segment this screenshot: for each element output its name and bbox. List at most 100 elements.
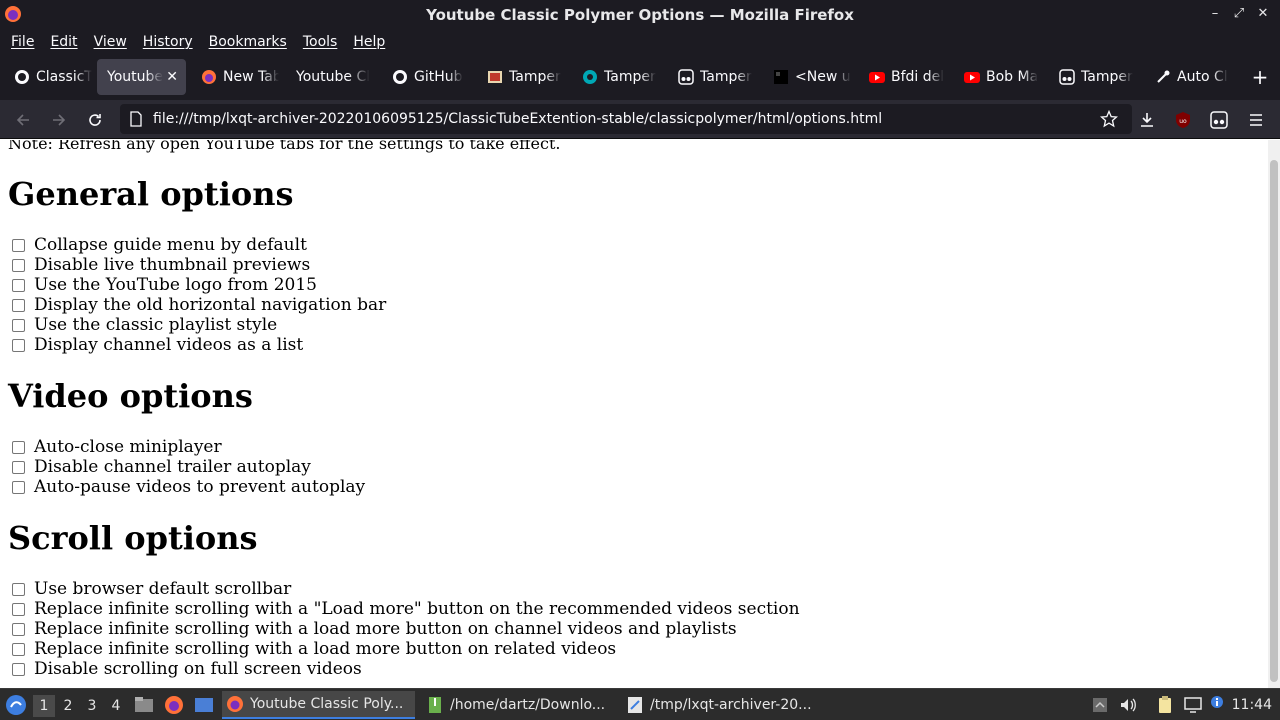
option-channel-videos-list[interactable]: Display channel videos as a list [12,335,303,355]
checkbox[interactable] [12,460,25,474]
option-label: Use browser default scrollbar [34,579,292,599]
menu-history[interactable]: History [135,34,201,50]
app-launcher-icon[interactable] [5,694,27,716]
reload-button[interactable] [82,107,108,133]
workspace-4[interactable]: 4 [105,695,127,717]
tab[interactable]: GitHub [382,59,470,95]
tab[interactable]: Tamper [668,59,756,95]
minimize-button[interactable]: – [1206,4,1224,24]
option-logo-2015[interactable]: Use the YouTube logo from 2015 [12,275,317,295]
checkbox[interactable] [12,318,25,332]
reload-icon [89,114,101,126]
tab[interactable]: Bob Ma [954,59,1042,95]
checkbox[interactable] [12,440,25,454]
youtube-icon [964,72,980,83]
extension-button[interactable] [1206,107,1232,133]
tab-label: Tamper [1081,69,1133,85]
option-collapse-guide-menu[interactable]: Collapse guide menu by default [12,235,307,255]
tab-strip: ClassicT Youtube ✕ New Tab Youtube Cl Gi… [0,54,1280,100]
tab[interactable]: Tamper [572,59,660,95]
option-horizontal-nav-bar[interactable]: Display the old horizontal navigation ba… [12,295,386,315]
workspace-3[interactable]: 3 [81,695,103,717]
option-auto-pause-videos[interactable]: Auto-pause videos to prevent autoplay [12,477,365,497]
url-bar[interactable]: file:///tmp/lxqt-archiver-20220106095125… [120,104,1132,134]
new-tab-button[interactable]: + [1250,64,1270,90]
tab-label: Tamper [509,69,561,85]
back-button[interactable] [10,107,36,133]
menu-edit[interactable]: Edit [42,34,85,50]
show-desktop-icon[interactable] [194,695,214,715]
downloads-button[interactable] [1134,107,1160,133]
option-load-more-related[interactable]: Replace infinite scrolling with a load m… [12,639,616,659]
checkbox[interactable] [12,662,25,676]
tab[interactable]: <New u [763,59,851,95]
menu-bookmarks[interactable]: Bookmarks [201,34,295,50]
workspace-1[interactable]: 1 [33,695,55,717]
volume-icon[interactable] [1118,695,1138,715]
scrollbar-thumb[interactable] [1270,160,1278,682]
clipboard-icon[interactable] [1155,695,1175,715]
task-editor[interactable]: /tmp/lxqt-archiver-20... [622,691,818,719]
tab[interactable]: Bfdi del [859,59,947,95]
menu-help[interactable]: Help [345,34,393,50]
checkbox[interactable] [12,258,25,272]
task-label: /tmp/lxqt-archiver-20... [650,697,812,713]
tab[interactable]: Auto Cl [1145,59,1233,95]
tab[interactable]: Tamper [1049,59,1137,95]
refresh-note: Note: Refresh any open YouTube tabs for … [8,140,561,153]
clock: 11:44 [1231,697,1272,713]
checkbox[interactable] [12,602,25,616]
option-disable-fullscreen-scroll[interactable]: Disable scrolling on full screen videos [12,659,362,679]
tab[interactable]: Youtube Cl [286,59,374,95]
checkbox[interactable] [12,480,25,494]
task-label: Youtube Classic Poly... [250,696,404,712]
close-window-button[interactable]: ✕ [1254,4,1272,24]
forward-arrow-icon [53,114,66,126]
checkbox[interactable] [12,298,25,312]
option-load-more-channel[interactable]: Replace infinite scrolling with a load m… [12,619,737,639]
file-manager-icon[interactable] [134,695,154,715]
maximize-button[interactable]: ⤢ [1230,4,1248,24]
tab[interactable]: Tamper [477,59,565,95]
ublock-origin-button[interactable]: uo [1170,107,1196,133]
checkbox[interactable] [12,278,25,292]
task-firefox[interactable]: Youtube Classic Poly... [222,691,415,719]
app-menu-button[interactable] [1243,107,1269,133]
tab[interactable]: ClassicT [4,59,92,95]
checkbox[interactable] [12,622,25,636]
tab-active[interactable]: Youtube ✕ [97,59,186,95]
tab-label: Bfdi del [891,69,945,85]
checkbox[interactable] [12,582,25,596]
option-auto-close-miniplayer[interactable]: Auto-close miniplayer [12,437,222,457]
task-archiver[interactable]: /home/dartz/Downlo... [422,691,618,719]
tray-expand-icon[interactable] [1090,695,1110,715]
menu-file[interactable]: File [3,34,42,50]
firefox-icon [5,6,21,22]
tab[interactable]: New Tab [191,59,279,95]
option-default-scrollbar[interactable]: Use browser default scrollbar [12,579,291,599]
option-label: Replace infinite scrolling with a "Load … [34,599,800,619]
tab-label: Tamper [700,69,752,85]
forward-button[interactable] [46,107,72,133]
menu-tools[interactable]: Tools [295,34,346,50]
bookmark-star-icon[interactable] [1100,110,1118,128]
window-titlebar: Youtube Classic Polymer Options — Mozill… [0,0,1280,29]
tampermonkey-icon [1210,111,1228,129]
display-icon[interactable] [1183,695,1203,715]
option-load-more-recommended[interactable]: Replace infinite scrolling with a "Load … [12,599,800,619]
option-classic-playlist[interactable]: Use the classic playlist style [12,315,277,335]
menu-view[interactable]: View [86,34,135,50]
checkbox[interactable] [12,338,25,352]
svg-text:uo: uo [1179,118,1187,125]
checkbox[interactable] [12,642,25,656]
tab-label: Youtube [107,69,163,85]
firefox-icon[interactable] [164,695,184,715]
info-icon[interactable] [1210,695,1224,709]
workspace-2[interactable]: 2 [57,695,79,717]
checkbox[interactable] [12,238,25,252]
option-disable-live-thumbnails[interactable]: Disable live thumbnail previews [12,255,310,275]
github-icon [15,70,29,84]
option-disable-trailer-autoplay[interactable]: Disable channel trailer autoplay [12,457,311,477]
close-tab-icon[interactable]: ✕ [166,69,178,85]
tab-label: New Tab [223,69,279,85]
